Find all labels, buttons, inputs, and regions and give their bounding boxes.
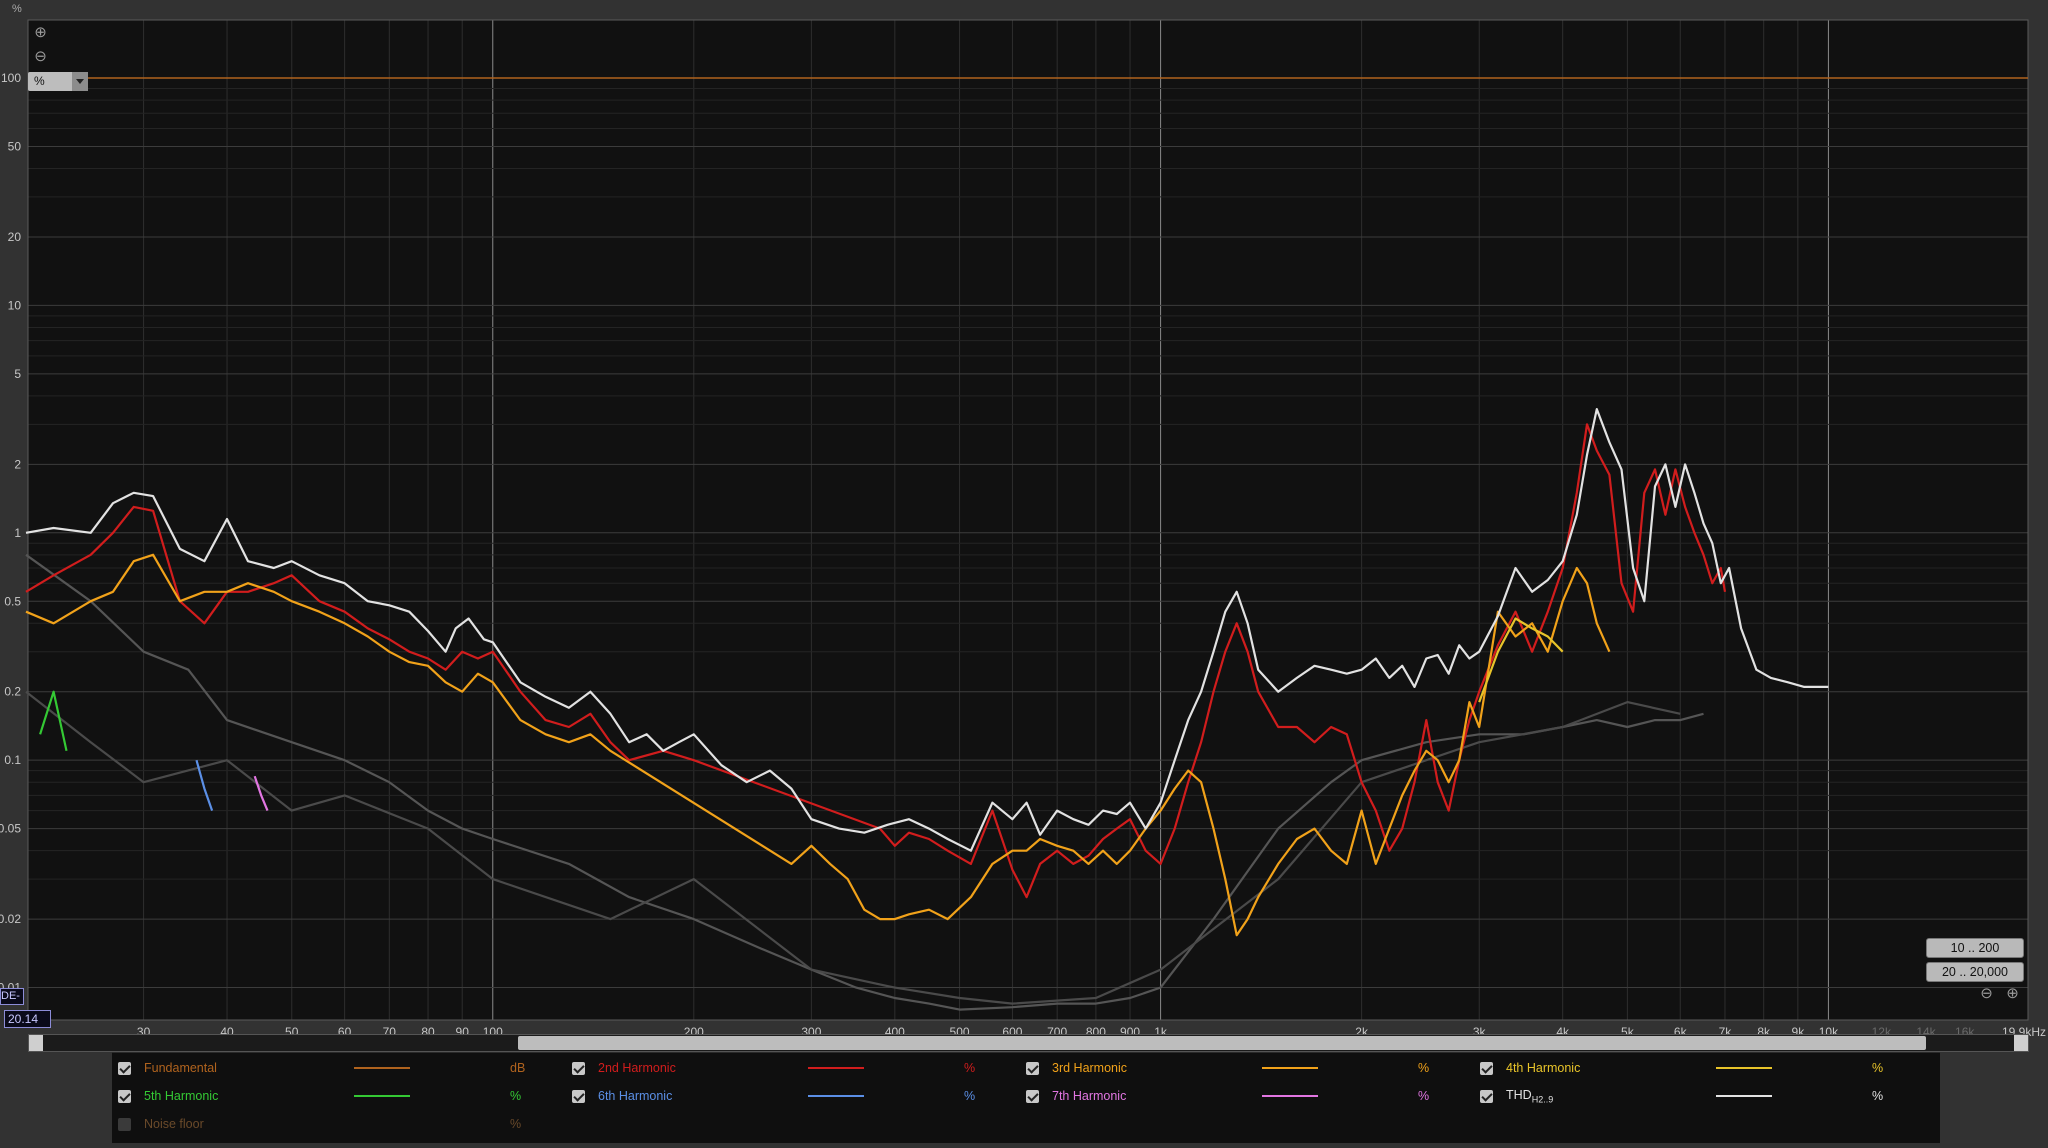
legend-swatch (808, 1095, 864, 1097)
legend-item-noise-floor[interactable]: Noise floor % (118, 1113, 558, 1135)
legend-swatch (1262, 1067, 1318, 1069)
legend-label: 2nd Harmonic (598, 1061, 676, 1075)
legend-swatch (1716, 1067, 1772, 1069)
legend-label: 6th Harmonic (598, 1089, 673, 1103)
y-tick-label: 0.1 (4, 753, 21, 767)
range-button-wide[interactable]: 20 .. 20,000 (1926, 962, 2024, 982)
unit-selector[interactable]: % (28, 72, 88, 91)
y-tick-label: 10 (8, 298, 22, 312)
zoom-out-icon[interactable]: ⊖ (33, 49, 48, 64)
legend-label: 4th Harmonic (1506, 1061, 1581, 1075)
legend-item-6th-harmonic[interactable]: 6th Harmonic % (572, 1085, 1012, 1107)
legend-item-5th-harmonic[interactable]: 5th Harmonic % (118, 1085, 558, 1107)
y-tick-label: 1 (14, 526, 21, 540)
checkbox[interactable] (1480, 1089, 1493, 1103)
legend-item-4th-harmonic[interactable]: 4th Harmonic % (1480, 1057, 1920, 1079)
legend-unit: % (1418, 1061, 1430, 1075)
y-tick-label: 20 (8, 230, 22, 244)
legend-swatch (1262, 1095, 1318, 1097)
checkbox[interactable] (572, 1061, 585, 1075)
legend-unit: % (1418, 1089, 1430, 1103)
zoom-in-icon[interactable]: ⊕ (33, 25, 48, 40)
scroll-right-icon[interactable] (2014, 1035, 2028, 1051)
legend-panel: Fundamental dB 2nd Harmonic % 3rd Harmon… (112, 1052, 1940, 1143)
legend-swatch (808, 1067, 864, 1069)
distortion-plot[interactable]: 30 40 50 60 70 80 90 100 200 300 400 500 600 700 800 90… (0, 0, 2048, 1148)
y-tick-label: 100 (1, 71, 21, 85)
zoom-out-x-icon[interactable]: ⊖ (1979, 986, 1994, 1001)
legend-unit: % (1872, 1061, 1884, 1075)
y-tick-label: 0.5 (4, 594, 21, 608)
legend-unit: % (1872, 1089, 1884, 1103)
legend-label: THDH2..9 (1506, 1087, 1554, 1105)
checkbox[interactable] (118, 1117, 131, 1131)
range-button-narrow[interactable]: 10 .. 200 (1926, 938, 2024, 958)
legend-item-thd[interactable]: THDH2..9 % (1480, 1085, 1920, 1107)
legend-swatch (354, 1067, 410, 1069)
legend-label: 5th Harmonic (144, 1089, 219, 1103)
start-frequency-field[interactable]: 20.14 (4, 1010, 51, 1028)
horizontal-scrollbar[interactable] (28, 1034, 2029, 1052)
y-tick-label: 0.05 (0, 822, 21, 836)
y-tick-label: 5 (14, 367, 21, 381)
zoom-in-x-icon[interactable]: ⊕ (2005, 986, 2020, 1001)
legend-item-2nd-harmonic[interactable]: 2nd Harmonic % (572, 1057, 1012, 1079)
legend-label: 3rd Harmonic (1052, 1061, 1128, 1075)
legend-unit: % (510, 1089, 522, 1103)
legend-unit: dB (510, 1061, 526, 1075)
y-tick-label: 0.02 (0, 912, 21, 926)
y-unit-label: % (12, 3, 22, 15)
y-tick-label: 2 (14, 457, 21, 471)
y-tick-label: 0.2 (4, 685, 21, 699)
checkbox[interactable] (118, 1089, 131, 1103)
scroll-left-icon[interactable] (29, 1035, 43, 1051)
legend-unit: % (964, 1061, 976, 1075)
legend-item-3rd-harmonic[interactable]: 3rd Harmonic % (1026, 1057, 1466, 1079)
legend-unit: % (510, 1117, 522, 1131)
corner-readout: DE-3 (0, 988, 24, 1005)
legend-swatch (1716, 1095, 1772, 1097)
scroll-thumb[interactable] (518, 1036, 1926, 1050)
legend-label: Noise floor (144, 1117, 204, 1131)
checkbox[interactable] (1026, 1061, 1039, 1075)
checkbox[interactable] (118, 1061, 131, 1075)
checkbox[interactable] (572, 1089, 585, 1103)
legend-item-7th-harmonic[interactable]: 7th Harmonic % (1026, 1085, 1466, 1107)
checkbox[interactable] (1026, 1089, 1039, 1103)
legend-label: Fundamental (144, 1061, 217, 1075)
y-tick-label: 50 (8, 139, 22, 153)
legend-item-fundamental[interactable]: Fundamental dB (118, 1057, 558, 1079)
legend-unit: % (964, 1089, 976, 1103)
legend-label: 7th Harmonic (1052, 1089, 1127, 1103)
legend-swatch (354, 1095, 410, 1097)
chevron-down-icon (72, 72, 88, 91)
checkbox[interactable] (1480, 1061, 1493, 1075)
